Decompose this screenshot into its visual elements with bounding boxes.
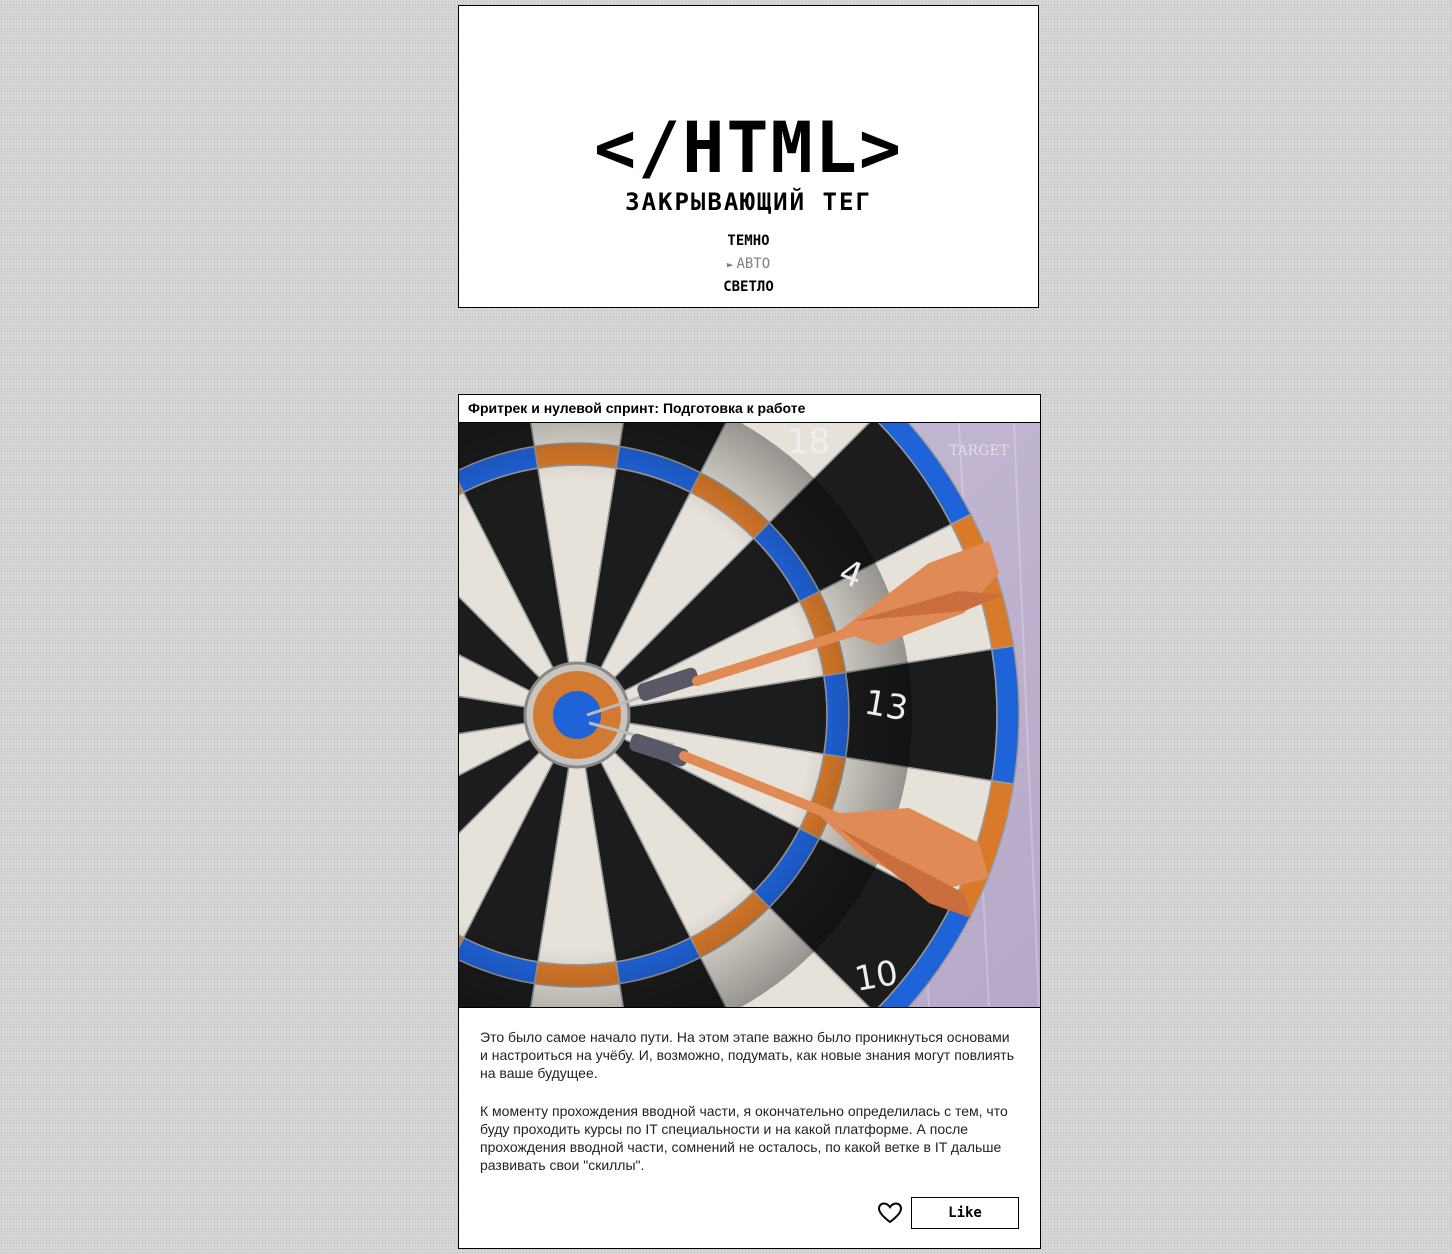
heart-icon[interactable] (877, 1201, 903, 1225)
active-marker-icon: ► (726, 258, 734, 271)
theme-switcher: ТЕМНО ► АВТО СВЕТЛО (459, 230, 1038, 299)
theme-option-label: ТЕМНО (727, 233, 770, 249)
post-image: 18 4 13 10 TARGET (459, 423, 1040, 1008)
post-card: Фритрек и нулевой спринт: Подготовка к р… (458, 394, 1041, 1249)
site-header: </HTML> ЗАКРЫВАЮЩИЙ ТЕГ ТЕМНО ► АВТО СВЕТ… (458, 5, 1039, 308)
post-paragraph: Это было самое начало пути. На этом этап… (480, 1029, 1014, 1081)
post-title: Фритрек и нулевой спринт: Подготовка к р… (459, 395, 1040, 423)
board-number: 13 (861, 682, 911, 729)
theme-option-auto[interactable]: ► АВТО (459, 253, 1038, 276)
theme-option-dark[interactable]: ТЕМНО (459, 230, 1038, 253)
image-watermark: TARGET (949, 443, 1010, 459)
theme-option-label: АВТО (736, 256, 771, 272)
like-button[interactable]: Like (911, 1197, 1019, 1229)
theme-option-label: СВЕТЛО (723, 279, 774, 295)
site-logo[interactable]: </HTML> (459, 110, 1038, 186)
board-number: 10 (852, 953, 902, 1000)
dartboard-image: 18 4 13 10 TARGET (459, 423, 1040, 1007)
theme-option-light[interactable]: СВЕТЛО (459, 276, 1038, 299)
like-row: Like (877, 1197, 1019, 1229)
post-body: Это было самое начало пути. На этом этап… (459, 1008, 1040, 1174)
post-paragraph: К моменту прохождения вводной части, я о… (480, 1103, 1008, 1173)
site-subtitle: ЗАКРЫВАЮЩИЙ ТЕГ (625, 188, 872, 216)
board-number: 18 (787, 423, 830, 462)
